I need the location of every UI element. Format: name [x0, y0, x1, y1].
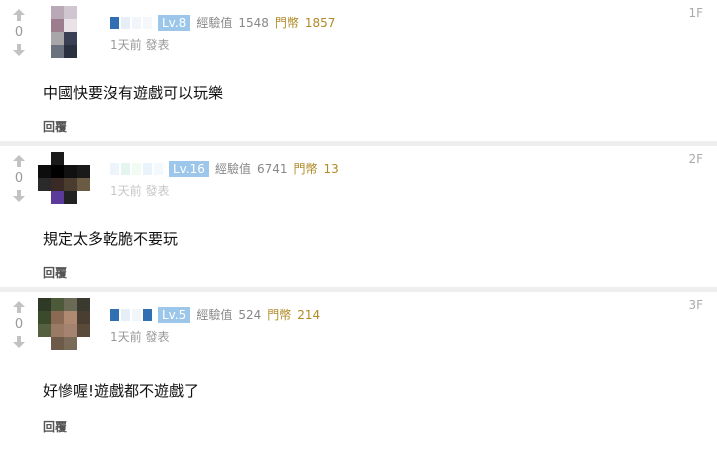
exp-label: 經驗值 — [214, 162, 251, 176]
level-badge: Lv.16 — [169, 161, 209, 177]
gold-label: 門幣 — [274, 16, 299, 30]
username-blurred[interactable] — [110, 163, 163, 175]
reply-button[interactable]: 回覆 — [43, 264, 67, 281]
arrow-up-icon[interactable] — [12, 154, 26, 168]
user-meta: Lv.16 經驗值 6741 門幣 13 — [110, 161, 339, 177]
arrow-up-icon[interactable] — [12, 300, 26, 314]
gold-value: 13 — [323, 162, 339, 176]
vote-count: 0 — [14, 171, 24, 186]
arrow-down-icon[interactable] — [12, 43, 26, 57]
vote-widget: 0 — [8, 300, 30, 349]
timestamp: 1天前 發表 — [110, 184, 169, 198]
comment-text: 好慘喔!遊戲都不遊戲了 — [43, 382, 200, 400]
exp-value: 6741 — [256, 162, 288, 176]
floor-number: 2F — [688, 152, 703, 166]
username-blurred[interactable] — [110, 17, 152, 29]
avatar[interactable] — [38, 152, 90, 204]
time-ago: 1天前 — [110, 330, 142, 344]
gold-label: 門幣 — [267, 308, 292, 322]
arrow-down-icon[interactable] — [12, 335, 26, 349]
level-badge: Lv.5 — [158, 307, 191, 323]
gold-value: 1857 — [304, 16, 336, 30]
floor-number: 3F — [688, 298, 703, 312]
floor-number: 1F — [688, 6, 703, 20]
exp-label: 經驗值 — [196, 16, 233, 30]
avatar[interactable] — [38, 298, 90, 350]
timestamp: 1天前 發表 — [110, 330, 169, 344]
vote-count: 0 — [14, 317, 24, 332]
arrow-up-icon[interactable] — [12, 8, 26, 22]
user-meta: Lv.5 經驗值 524 門幣 214 — [110, 307, 320, 323]
publish-label: 發表 — [145, 184, 170, 198]
comment-3: 0 Lv.5 經驗值 524 門幣 214 1天前 發表 3F 好慘喔!遊戲都不… — [0, 292, 717, 444]
user-meta: Lv.8 經驗值 1548 門幣 1857 — [110, 15, 335, 31]
gold-value: 214 — [297, 308, 321, 322]
exp-label: 經驗值 — [196, 308, 233, 322]
publish-label: 發表 — [145, 38, 170, 52]
reply-button[interactable]: 回覆 — [43, 118, 67, 135]
exp-value: 1548 — [238, 16, 269, 30]
avatar[interactable] — [38, 6, 90, 58]
comment-2: 0 Lv.16 經驗值 6741 門幣 13 1天前 發表 2F 規定太多乾脆不… — [0, 146, 717, 292]
comment-text: 中國快要沒有遊戲可以玩樂 — [43, 84, 224, 102]
vote-widget: 0 — [8, 154, 30, 203]
exp-value: 524 — [238, 308, 262, 322]
username-blurred[interactable] — [110, 309, 152, 321]
vote-count: 0 — [14, 25, 24, 40]
publish-label: 發表 — [145, 330, 170, 344]
comment-1: 0 Lv.8 經驗值 1548 門幣 1857 1天前 發表 1F 中國快要沒有… — [0, 0, 717, 146]
comment-text: 規定太多乾脆不要玩 — [43, 230, 179, 248]
time-ago: 1天前 — [110, 184, 142, 198]
reply-button[interactable]: 回覆 — [43, 418, 67, 435]
timestamp: 1天前 發表 — [110, 38, 169, 52]
level-badge: Lv.8 — [158, 15, 191, 31]
gold-label: 門幣 — [293, 162, 318, 176]
vote-widget: 0 — [8, 8, 30, 57]
arrow-down-icon[interactable] — [12, 189, 26, 203]
time-ago: 1天前 — [110, 38, 142, 52]
